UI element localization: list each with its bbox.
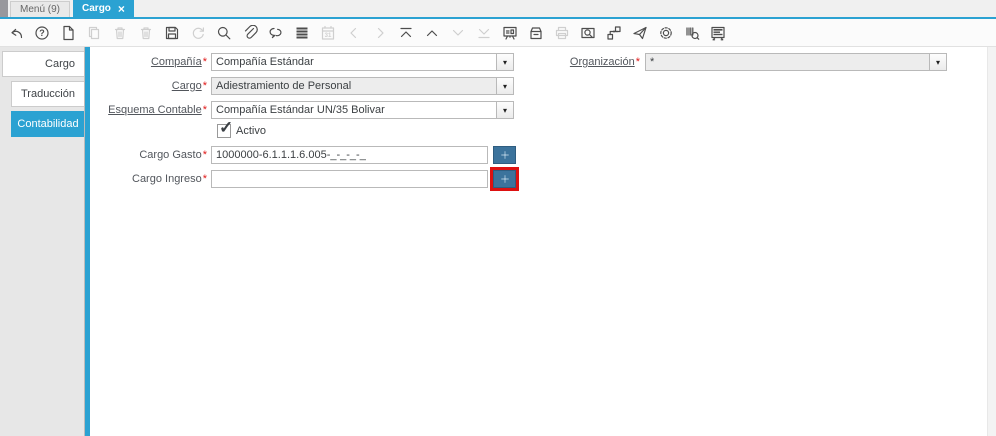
chevron-down-icon[interactable]: ▾ bbox=[496, 102, 513, 118]
chat-icon[interactable] bbox=[268, 25, 284, 41]
cargo-ingreso-account-button[interactable] bbox=[493, 170, 516, 188]
process-gear-icon[interactable] bbox=[658, 25, 674, 41]
sidebar-tab-traduccion-label: Traducción bbox=[20, 88, 75, 100]
save-icon[interactable] bbox=[164, 25, 180, 41]
tab-cargo-label: Cargo bbox=[82, 3, 111, 14]
tab-cargo[interactable]: Cargo × bbox=[73, 0, 134, 17]
first-record-icon[interactable] bbox=[398, 25, 414, 41]
zoom-across-icon[interactable] bbox=[580, 25, 596, 41]
sidebar-tab-cargo[interactable]: Cargo bbox=[2, 51, 84, 77]
esquema-contable-combobox[interactable]: Compañía Estándar UN/35 Bolivar ▾ bbox=[211, 101, 514, 119]
find-icon[interactable] bbox=[216, 25, 232, 41]
svg-text:?: ? bbox=[39, 28, 45, 38]
detail-record-icon bbox=[372, 25, 388, 41]
sidebar-tab-contabilidad[interactable]: Contabilidad bbox=[11, 111, 84, 137]
workflow-icon[interactable] bbox=[606, 25, 622, 41]
required-marker: * bbox=[202, 104, 207, 116]
required-marker: * bbox=[202, 80, 207, 92]
refresh-icon bbox=[190, 25, 206, 41]
window-tab-bar: Menú (9) Cargo × bbox=[0, 0, 996, 17]
svg-text:31: 31 bbox=[325, 33, 332, 39]
main-area: Cargo Traducción Contabilidad Compañía* … bbox=[0, 47, 996, 436]
application-window: Menú (9) Cargo × ? 31 Cargo Traducción C… bbox=[0, 0, 996, 436]
customize-window-icon[interactable] bbox=[710, 25, 726, 41]
send-mail-icon[interactable] bbox=[632, 25, 648, 41]
esquema-contable-value: Compañía Estándar UN/35 Bolivar bbox=[216, 104, 385, 116]
close-icon[interactable]: × bbox=[118, 3, 125, 15]
compania-label[interactable]: Compañía* bbox=[90, 53, 207, 71]
checkmark-icon: ✓ bbox=[219, 118, 234, 137]
cargo-gasto-account-button[interactable] bbox=[493, 146, 516, 164]
report-icon[interactable] bbox=[502, 25, 518, 41]
required-marker: * bbox=[202, 56, 207, 68]
print-icon bbox=[554, 25, 570, 41]
compania-combobox[interactable]: Compañía Estándar ▾ bbox=[211, 53, 514, 71]
product-info-icon[interactable] bbox=[684, 25, 700, 41]
tab-menu-label: Menú (9) bbox=[20, 4, 61, 15]
sidebar-tab-contabilidad-label: Contabilidad bbox=[17, 118, 79, 130]
cargo-label[interactable]: Cargo* bbox=[90, 77, 207, 95]
cargo-combobox[interactable]: Adiestramiento de Personal ▾ bbox=[211, 77, 514, 95]
last-record-icon bbox=[476, 25, 492, 41]
copy-record-icon bbox=[86, 25, 102, 41]
parent-record-icon bbox=[346, 25, 362, 41]
calendar-icon: 31 bbox=[320, 25, 336, 41]
previous-record-icon[interactable] bbox=[424, 25, 440, 41]
chevron-down-icon[interactable]: ▾ bbox=[496, 54, 513, 70]
chevron-down-icon[interactable]: ▾ bbox=[929, 54, 946, 70]
cargo-ingreso-input[interactable] bbox=[211, 170, 488, 188]
organizacion-label[interactable]: Organización* bbox=[530, 53, 640, 71]
activo-label[interactable]: Activo bbox=[236, 123, 266, 139]
required-marker: * bbox=[635, 56, 640, 68]
required-marker: * bbox=[202, 173, 207, 185]
grid-toggle-icon[interactable] bbox=[294, 25, 310, 41]
chevron-down-icon[interactable]: ▾ bbox=[496, 78, 513, 94]
delete-selection-icon bbox=[138, 25, 154, 41]
toolbar: ? 31 bbox=[0, 19, 996, 47]
account-combination-icon bbox=[500, 175, 509, 183]
tab-sidebar: Cargo Traducción Contabilidad bbox=[0, 47, 85, 436]
cargo-gasto-label[interactable]: Cargo Gasto* bbox=[90, 146, 207, 164]
undo-icon[interactable] bbox=[8, 25, 24, 41]
esquema-contable-label[interactable]: Esquema Contable* bbox=[90, 101, 207, 119]
help-icon[interactable]: ? bbox=[34, 25, 50, 41]
vertical-scrollbar[interactable] bbox=[987, 47, 996, 436]
form-panel: Compañía* Compañía Estándar ▾ Organizaci… bbox=[90, 47, 996, 436]
cargo-ingreso-label[interactable]: Cargo Ingreso* bbox=[90, 170, 207, 188]
new-record-icon[interactable] bbox=[60, 25, 76, 41]
cargo-gasto-input[interactable] bbox=[211, 146, 488, 164]
compania-value: Compañía Estándar bbox=[216, 56, 314, 68]
archive-icon[interactable] bbox=[528, 25, 544, 41]
account-combination-icon bbox=[500, 151, 509, 159]
organizacion-combobox[interactable]: * ▾ bbox=[645, 53, 947, 71]
window-edge bbox=[0, 0, 8, 17]
cargo-value: Adiestramiento de Personal bbox=[216, 80, 352, 92]
attachment-icon[interactable] bbox=[242, 24, 258, 41]
sidebar-tab-traduccion[interactable]: Traducción bbox=[11, 81, 84, 107]
sidebar-tab-cargo-label: Cargo bbox=[45, 58, 75, 70]
activo-checkbox[interactable]: ✓ bbox=[217, 118, 233, 138]
delete-record-icon bbox=[112, 25, 128, 41]
organizacion-value: * bbox=[650, 56, 655, 68]
next-record-icon bbox=[450, 25, 466, 41]
tab-menu[interactable]: Menú (9) bbox=[10, 1, 71, 17]
required-marker: * bbox=[202, 149, 207, 161]
